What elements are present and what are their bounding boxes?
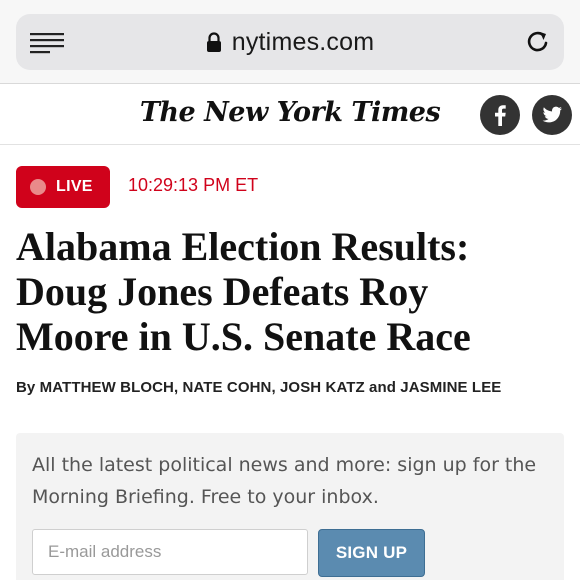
facebook-icon[interactable] [480, 95, 520, 135]
live-label: LIVE [56, 178, 93, 195]
lock-icon [206, 32, 222, 52]
headline-line: Alabama Election Results: [16, 224, 470, 269]
reload-icon[interactable] [524, 28, 552, 56]
url-text[interactable]: nytimes.com [232, 28, 375, 57]
sign-up-button[interactable]: SIGN UP [318, 529, 425, 577]
newsletter-promo-text: All the latest political news and more: … [32, 454, 537, 508]
twitter-icon[interactable] [532, 95, 572, 135]
site-header: The New York Times [0, 85, 580, 145]
address-bar[interactable]: nytimes.com [16, 14, 564, 70]
newsletter-signup-box: All the latest political news and more: … [16, 433, 564, 580]
browser-toolbar: nytimes.com [0, 0, 580, 84]
article-headline: Alabama Election Results: Doug Jones Def… [16, 224, 576, 359]
live-badge: LIVE [16, 166, 110, 208]
headline-line: Moore in U.S. Senate Race [16, 314, 471, 359]
email-input[interactable] [32, 529, 308, 575]
live-indicator-icon [30, 179, 46, 195]
article-byline: By MATTHEW BLOCH, NATE COHN, JOSH KATZ a… [16, 379, 502, 396]
live-timestamp: 10:29:13 PM ET [128, 175, 259, 195]
headline-line: Doug Jones Defeats Roy [16, 269, 429, 314]
